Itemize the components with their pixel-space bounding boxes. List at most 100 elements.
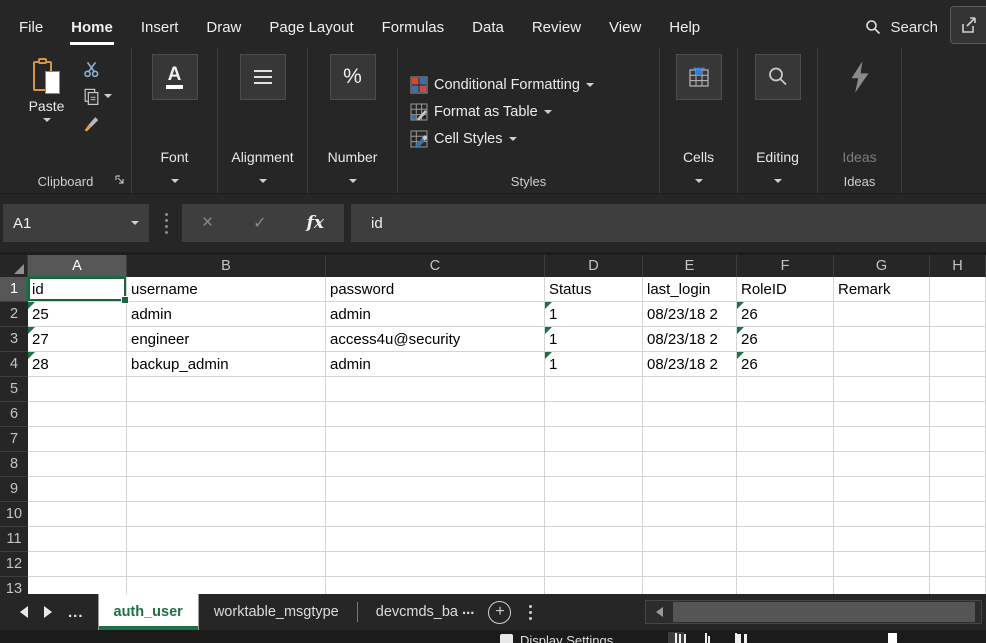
sheet-options-menu[interactable]	[529, 605, 532, 620]
cell-B8[interactable]	[127, 452, 326, 477]
ribbon-group-cells[interactable]: Cells	[660, 48, 738, 193]
cell-H7[interactable]	[930, 427, 986, 452]
cell-C1[interactable]: password	[326, 277, 545, 302]
cell-F7[interactable]	[737, 427, 834, 452]
cell-B6[interactable]	[127, 402, 326, 427]
cell-B7[interactable]	[127, 427, 326, 452]
zoom-slider-handle[interactable]	[888, 633, 897, 643]
column-header-E[interactable]: E	[643, 255, 737, 277]
menu-tab-help[interactable]: Help	[668, 16, 701, 39]
next-sheet-icon[interactable]	[44, 606, 52, 618]
menu-tab-view[interactable]: View	[608, 16, 642, 39]
cell-D6[interactable]	[545, 402, 643, 427]
row-header-10[interactable]: 10	[0, 502, 28, 527]
cell-G8[interactable]	[834, 452, 930, 477]
ribbon-group-alignment[interactable]: Alignment	[218, 48, 308, 193]
cell-H1[interactable]	[930, 277, 986, 302]
menu-tab-insert[interactable]: Insert	[140, 16, 180, 39]
cell-C8[interactable]	[326, 452, 545, 477]
prev-sheet-icon[interactable]	[20, 606, 28, 618]
cell-C7[interactable]	[326, 427, 545, 452]
cell-E2[interactable]: 08/23/18 2	[643, 302, 737, 327]
cell-D11[interactable]	[545, 527, 643, 552]
cell-A13[interactable]	[28, 577, 127, 594]
chevron-down-icon[interactable]	[131, 221, 139, 225]
cell-H2[interactable]	[930, 302, 986, 327]
row-header-1[interactable]: 1	[0, 277, 28, 302]
formula-bar-grip[interactable]	[165, 213, 168, 234]
insert-function-icon[interactable]: fx	[307, 213, 324, 233]
ribbon-group-number[interactable]: % Number	[308, 48, 398, 193]
cell-F5[interactable]	[737, 377, 834, 402]
cell-E7[interactable]	[643, 427, 737, 452]
chevron-down-icon[interactable]	[349, 179, 357, 183]
cell-B3[interactable]: engineer	[127, 327, 326, 352]
conditional-formatting-button[interactable]: Conditional Formatting	[410, 73, 594, 97]
cell-B5[interactable]	[127, 377, 326, 402]
cell-A12[interactable]	[28, 552, 127, 577]
scrollbar-thumb[interactable]	[673, 602, 975, 622]
cell-H3[interactable]	[930, 327, 986, 352]
row-header-6[interactable]: 6	[0, 402, 28, 427]
cell-H9[interactable]	[930, 477, 986, 502]
format-as-table-button[interactable]: Format as Table	[410, 100, 552, 124]
cell-D8[interactable]	[545, 452, 643, 477]
cell-E3[interactable]: 08/23/18 2	[643, 327, 737, 352]
row-header-9[interactable]: 9	[0, 477, 28, 502]
cell-A4[interactable]: 28	[28, 352, 127, 377]
cell-C12[interactable]	[326, 552, 545, 577]
cell-E12[interactable]	[643, 552, 737, 577]
cell-B9[interactable]	[127, 477, 326, 502]
horizontal-scrollbar[interactable]	[645, 600, 982, 624]
cell-D2[interactable]: 1	[545, 302, 643, 327]
cell-A6[interactable]	[28, 402, 127, 427]
cell-G6[interactable]	[834, 402, 930, 427]
cell-C4[interactable]: admin	[326, 352, 545, 377]
cell-D3[interactable]: 1	[545, 327, 643, 352]
editing-tile-button[interactable]	[755, 54, 801, 100]
menu-tab-file[interactable]: File	[18, 16, 44, 39]
column-header-C[interactable]: C	[326, 255, 545, 277]
cell-C5[interactable]	[326, 377, 545, 402]
cell-B2[interactable]: admin	[127, 302, 326, 327]
cell-E11[interactable]	[643, 527, 737, 552]
cell-E8[interactable]	[643, 452, 737, 477]
row-header-8[interactable]: 8	[0, 452, 28, 477]
cell-C11[interactable]	[326, 527, 545, 552]
cell-B10[interactable]	[127, 502, 326, 527]
column-header-A[interactable]: A	[28, 255, 127, 277]
column-header-G[interactable]: G	[834, 255, 930, 277]
cell-F1[interactable]: RoleID	[737, 277, 834, 302]
format-painter-button[interactable]	[82, 112, 112, 134]
new-sheet-button[interactable]: +	[488, 601, 511, 624]
row-header-11[interactable]: 11	[0, 527, 28, 552]
cell-E5[interactable]	[643, 377, 737, 402]
cell-F12[interactable]	[737, 552, 834, 577]
page-break-view-button[interactable]	[728, 632, 744, 643]
alignment-tile-button[interactable]	[240, 54, 286, 100]
cell-A2[interactable]: 25	[28, 302, 127, 327]
cell-D9[interactable]	[545, 477, 643, 502]
cell-G9[interactable]	[834, 477, 930, 502]
column-header-D[interactable]: D	[545, 255, 643, 277]
cell-C3[interactable]: access4u@security	[326, 327, 545, 352]
formula-input[interactable]: id	[351, 204, 986, 242]
cell-A9[interactable]	[28, 477, 127, 502]
row-header-2[interactable]: 2	[0, 302, 28, 327]
menu-tab-home[interactable]: Home	[70, 16, 114, 39]
cell-A8[interactable]	[28, 452, 127, 477]
cell-C9[interactable]	[326, 477, 545, 502]
cell-A7[interactable]	[28, 427, 127, 452]
cell-B11[interactable]	[127, 527, 326, 552]
page-layout-view-button[interactable]	[698, 632, 714, 643]
cell-F4[interactable]: 26	[737, 352, 834, 377]
cell-D1[interactable]: Status	[545, 277, 643, 302]
scroll-left-icon[interactable]	[646, 607, 672, 617]
cell-B12[interactable]	[127, 552, 326, 577]
cell-B13[interactable]	[127, 577, 326, 594]
cell-E9[interactable]	[643, 477, 737, 502]
column-header-B[interactable]: B	[127, 255, 326, 277]
row-header-7[interactable]: 7	[0, 427, 28, 452]
cell-C6[interactable]	[326, 402, 545, 427]
row-header-12[interactable]: 12	[0, 552, 28, 577]
